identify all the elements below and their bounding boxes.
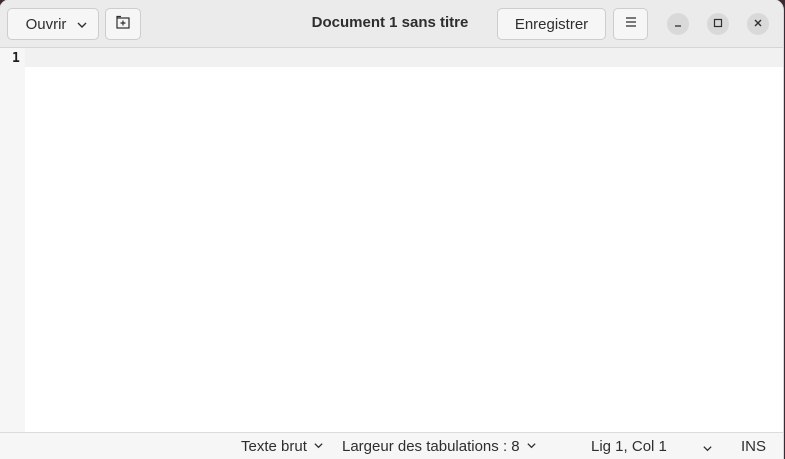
- text-area[interactable]: [25, 67, 780, 432]
- language-selector[interactable]: Texte brut: [241, 438, 324, 455]
- save-button[interactable]: Enregistrer: [497, 8, 606, 40]
- close-button[interactable]: [747, 13, 769, 35]
- current-line-highlight: [25, 48, 783, 67]
- chevron-down-icon: [526, 438, 537, 455]
- language-label: Texte brut: [241, 438, 307, 455]
- window-title: Document 1 sans titre: [311, 14, 469, 31]
- editor-view[interactable]: 1: [0, 48, 783, 432]
- new-tab-button[interactable]: [105, 8, 141, 40]
- chevron-down-icon: [76, 18, 88, 35]
- cursor-position-label: Lig 1, Col 1: [591, 438, 667, 455]
- cursor-position-selector[interactable]: Lig 1, Col 1: [591, 438, 667, 455]
- chevron-down-icon[interactable]: [702, 441, 713, 458]
- insert-mode-label: INS: [741, 438, 767, 455]
- status-bar: Texte brut Largeur des tabulations : 8 L…: [0, 432, 783, 459]
- line-number: 1: [12, 51, 20, 66]
- header-bar: Ouvrir Document 1 sans titre Enregistrer: [0, 0, 783, 48]
- minimize-icon: [673, 15, 683, 33]
- chevron-down-icon: [313, 438, 324, 455]
- hamburger-menu-icon: [624, 15, 638, 33]
- tab-width-selector[interactable]: Largeur des tabulations : 8: [342, 438, 537, 455]
- new-tab-icon: [115, 14, 131, 34]
- gedit-window: Ouvrir Document 1 sans titre Enregistrer: [0, 0, 783, 459]
- tab-width-label: Largeur des tabulations : 8: [342, 438, 520, 455]
- minimize-button[interactable]: [667, 13, 689, 35]
- maximize-icon: [713, 15, 723, 33]
- line-number-gutter: 1: [0, 48, 25, 432]
- main-menu-button[interactable]: [613, 8, 648, 40]
- open-button[interactable]: Ouvrir: [7, 8, 99, 40]
- open-button-label: Ouvrir: [25, 15, 67, 33]
- insert-mode-indicator[interactable]: INS: [741, 438, 766, 455]
- maximize-button[interactable]: [707, 13, 729, 35]
- close-icon: [753, 15, 763, 33]
